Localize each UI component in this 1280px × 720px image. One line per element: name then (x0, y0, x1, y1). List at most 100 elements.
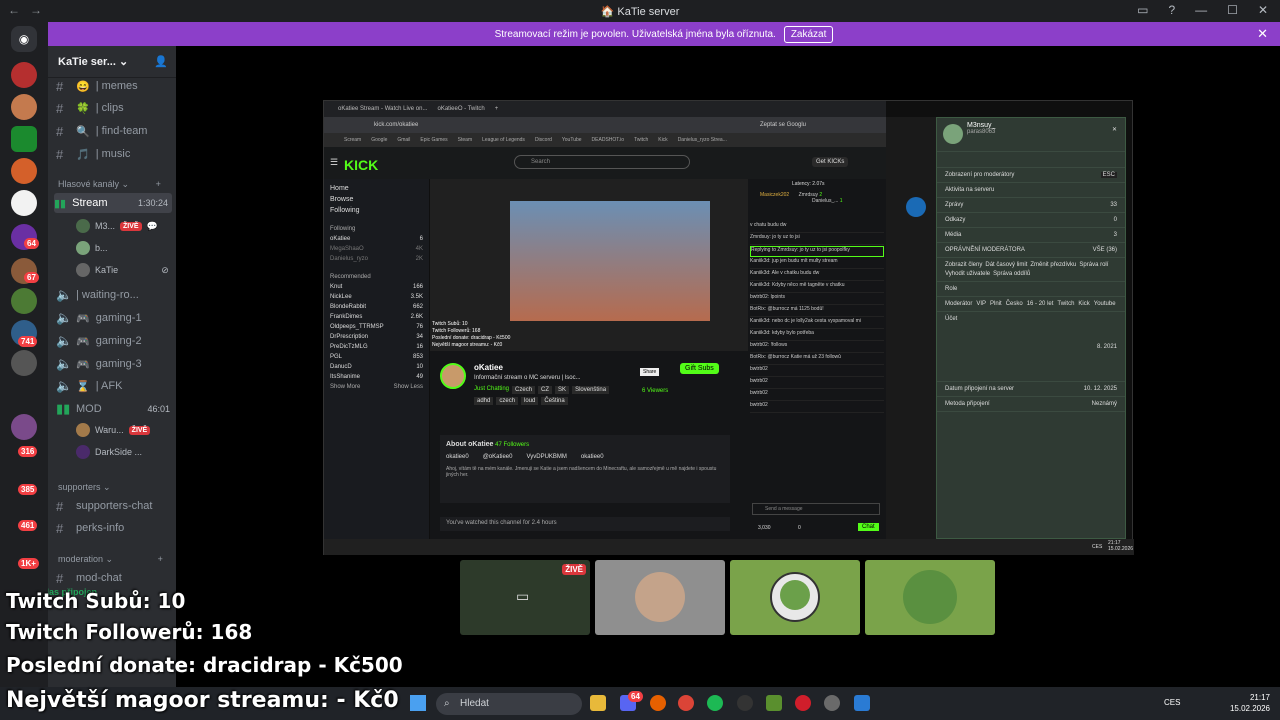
kick-nav-item[interactable]: Home (324, 179, 429, 194)
following-item[interactable]: Danielus_ryzo 2K (324, 254, 429, 264)
show-more-text[interactable]: Show More (330, 384, 360, 390)
perm-all[interactable]: VŠE (36) (1093, 247, 1117, 253)
voice-channel[interactable]: 🔈 🎮 gaming-1 (56, 308, 174, 328)
recommended-item[interactable]: Knut 166 (324, 282, 429, 292)
tag[interactable]: loud (521, 397, 539, 405)
show-less-text[interactable]: Show Less (394, 384, 423, 390)
add-channel-icon[interactable]: + (158, 554, 163, 564)
following-item[interactable]: oKatiee 6 (324, 234, 429, 244)
recommended-item[interactable]: DanucD 10 (324, 362, 429, 372)
following-item[interactable]: MegaShaaO 4K (324, 244, 429, 254)
voice-user[interactable]: b... (76, 241, 108, 255)
text-channel[interactable]: # 🎵 | music (56, 144, 174, 164)
tag[interactable]: Just Chatting (474, 386, 509, 394)
kick-nav-item[interactable]: Following (324, 205, 429, 216)
kick-logo[interactable]: KICK (344, 157, 378, 173)
recommended-item[interactable]: NickLee 3.5K (324, 292, 429, 302)
social-link[interactable]: @oKatiee0 (483, 454, 513, 460)
text-channel[interactable]: # 😄 | memes (56, 76, 174, 96)
bookmark[interactable]: DEADSHOT.io (592, 137, 625, 143)
taskbar-search[interactable]: ⌕ Hledat (436, 693, 582, 715)
recommended-item[interactable]: Oldpeeps_TTRMSP 76 (324, 322, 429, 332)
add-member-icon[interactable]: 👤 (154, 55, 168, 68)
social-link[interactable]: VyvDPUKBMM (526, 454, 566, 460)
kick-nav-item[interactable]: Browse (324, 194, 429, 205)
firefox-icon[interactable] (650, 695, 666, 711)
voice-channel[interactable]: 🔈 | waiting-ro... (56, 285, 174, 305)
bookmark[interactable]: Gmail (397, 137, 410, 143)
participant-tile[interactable] (595, 560, 725, 635)
maximize-icon[interactable]: ☐ (1227, 3, 1238, 17)
banner-close-icon[interactable]: ✕ (1257, 26, 1268, 42)
add-channel-icon[interactable]: + (156, 179, 161, 189)
voice-channel[interactable]: 🔈 🎮 gaming-2 (56, 331, 174, 351)
chat-send-button[interactable]: Chat (858, 523, 879, 531)
spotify-icon[interactable] (707, 695, 723, 711)
bookmark[interactable]: Epic Games (420, 137, 447, 143)
address-bar[interactable]: kick.com/okatiee Zeptat se Googlu (324, 117, 886, 133)
server-icon[interactable] (11, 414, 37, 440)
server-icon[interactable] (11, 190, 37, 216)
get-kicks-button[interactable]: Get KICKs (812, 157, 849, 167)
gift-subs-button[interactable]: Gift Subs (680, 363, 719, 374)
clock[interactable]: 21:17 15.02.2026 (1230, 692, 1270, 714)
kick-video-player[interactable]: Twitch Subů: 10 Twitch Followerů: 168 Po… (430, 179, 748, 351)
text-channel[interactable]: # 🍀 | clips (56, 98, 174, 118)
menu-icon[interactable]: ☰ (330, 157, 338, 168)
input-language[interactable]: CES (1164, 698, 1180, 707)
close-icon[interactable]: ✕ (1112, 126, 1117, 133)
tag[interactable]: Slovenština (572, 386, 610, 394)
mod-activity-row[interactable]: Odkazy 0 (937, 213, 1125, 228)
opera-icon[interactable] (795, 695, 811, 711)
disable-streamer-mode-button[interactable]: Zakázat (783, 25, 834, 43)
file-explorer-icon[interactable] (590, 695, 606, 711)
esc-key[interactable]: ESC (1100, 172, 1117, 178)
server-header[interactable]: KaTie ser... ⌄ 👤 (48, 46, 176, 78)
recommended-item[interactable]: FrankDimes 2.6K (324, 312, 429, 322)
minimize-icon[interactable]: — (1195, 3, 1207, 17)
mod-activity-row[interactable]: Zprávy 33 (937, 198, 1125, 213)
bookmark[interactable]: Google (371, 137, 387, 143)
server-icon[interactable] (11, 350, 37, 376)
text-channel[interactable]: # 🔍 | find-team (56, 121, 174, 141)
settings-icon[interactable] (824, 695, 840, 711)
start-icon[interactable] (410, 695, 426, 711)
text-channel[interactable]: # mod-chat (56, 568, 174, 588)
bookmark[interactable]: Discord (535, 137, 552, 143)
chrome-icon[interactable] (678, 695, 694, 711)
tag[interactable]: adhd (474, 397, 494, 405)
participant-tile[interactable]: ŽIVĚ ▭ (460, 560, 590, 635)
bookmark[interactable]: Danielus_ryzo Strea... (678, 137, 727, 143)
tag[interactable]: CZ (538, 386, 553, 394)
tag[interactable]: SK (555, 386, 570, 394)
bookmark[interactable]: Kick (658, 137, 667, 143)
mod-activity-row[interactable]: Média 3 (937, 228, 1125, 243)
text-channel[interactable]: # perks-info (56, 518, 174, 538)
chat-input[interactable]: Send a message (752, 503, 880, 515)
voice-channel-mod[interactable]: ▮▮ MOD 46:01 (56, 399, 174, 419)
streamer-avatar[interactable] (440, 363, 466, 389)
social-link[interactable]: okatiee0 (581, 454, 604, 460)
participant-tile[interactable] (865, 560, 995, 635)
app-icon[interactable] (854, 695, 870, 711)
inbox-icon[interactable]: ▭ (1137, 3, 1148, 17)
server-icon[interactable] (11, 158, 37, 184)
new-tab-icon[interactable]: + (495, 106, 499, 112)
category-moderation[interactable]: moderation ⌄ + (58, 554, 163, 565)
bookmark[interactable]: League of Legends (482, 137, 525, 143)
kick-search-input[interactable]: Search (514, 155, 690, 169)
voice-user[interactable]: DarkSide ... (76, 445, 142, 459)
browser-tab[interactable]: oKatieeO - Twitch (437, 106, 484, 112)
voice-user[interactable]: M3... ŽIVĚ 💬 (76, 219, 158, 233)
close-window-icon[interactable]: ✕ (1258, 3, 1268, 17)
voice-user[interactable]: KaTie ⊘ (76, 263, 169, 277)
minecraft-icon[interactable] (766, 695, 782, 711)
voice-user[interactable]: Waru... ŽIVĚ (76, 423, 151, 437)
bookmark[interactable]: Scream (344, 137, 361, 143)
server-icon[interactable] (11, 62, 37, 88)
category-voice[interactable]: Hlasové kanály ⌄ + (58, 179, 161, 190)
tag[interactable]: Czech (512, 386, 536, 394)
bookmark[interactable]: Steam (458, 137, 472, 143)
browser-tab[interactable]: oKatiee Stream - Watch Live on... (338, 106, 427, 112)
category-supporters[interactable]: supporters ⌄ (58, 482, 111, 493)
